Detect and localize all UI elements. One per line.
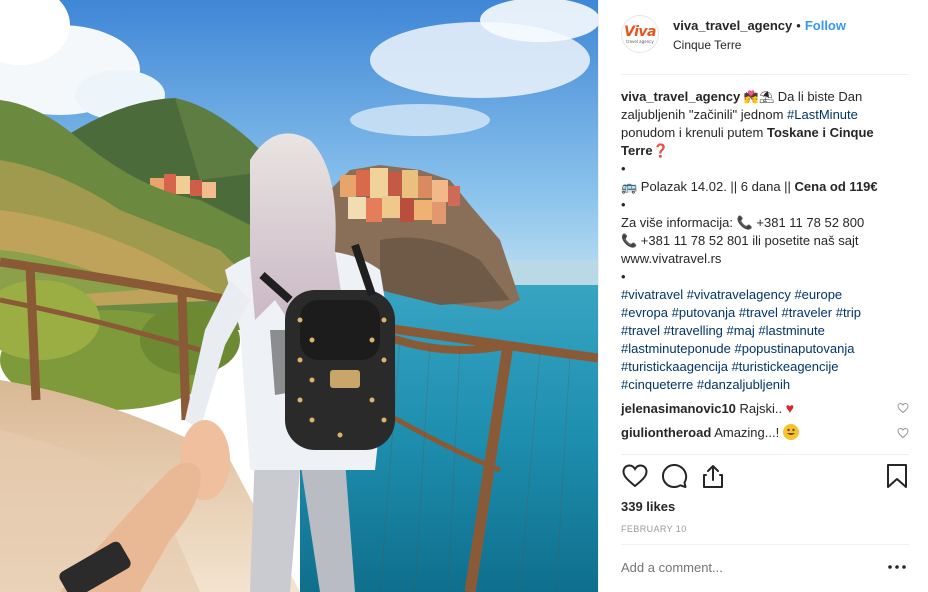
comment-like-heart-icon[interactable] [897,427,909,439]
hashtag-link[interactable]: #danzaljubljenih [697,377,790,392]
hashtag-link[interactable]: #vivatravelagency [687,287,791,302]
bullet-2: • [621,197,626,212]
follow-button[interactable]: Follow [805,18,846,33]
hashtag-link[interactable]: #maj [727,323,755,338]
hashtag-link[interactable]: #travel [739,305,778,320]
comment-icon[interactable] [660,462,688,490]
hashtag-link[interactable]: #travelling [664,323,723,338]
post-photo[interactable] [0,0,598,592]
hashtag-link[interactable]: #popustinaputovanja [734,341,854,356]
beach-emoji-icon: ⛱ [758,90,775,104]
caption-departure: Polazak 14.02. || 6 dana || [637,179,795,194]
comment: giuliontheroad Amazing...! [621,424,911,444]
header-text: viva_travel_agency • Follow Cinque Terre [673,18,846,52]
post-side-panel: Viva travel agency viva_travel_agency • … [598,0,928,592]
hashtag-link[interactable]: #vivatravel [621,287,683,302]
phone-icon: 📞 [621,233,638,248]
couple-emoji-icon: 💏 [743,90,759,104]
separator-dot: • [796,18,801,33]
question-mark-icon: ❓ [652,143,669,158]
more-options-icon[interactable] [887,562,907,572]
hashtag-link[interactable]: #europe [794,287,842,302]
instagram-post: Viva travel agency viva_travel_agency • … [0,0,928,592]
post-date[interactable]: FEBRUARY 10 [621,524,687,534]
caption-phone-2: +381 11 78 52 801 ili posetite naš sajt [637,233,859,248]
caption-website: www.vivatravel.rs [621,251,722,266]
caption-bold-terre: Terre [621,143,653,158]
hashtag-link[interactable]: #lastminuteponude [621,341,731,356]
caption-line-3: ponudom i krenuli putem [621,125,767,140]
caption-price: Cena od 119€ [794,179,878,194]
comment-username[interactable]: giuliontheroad [621,425,711,440]
red-heart-emoji-icon: ♥ [785,400,795,416]
post-header: Viva travel agency viva_travel_agency • … [621,15,909,75]
caption-username[interactable]: viva_travel_agency [621,89,740,104]
hashtag-link[interactable]: #traveler [782,305,833,320]
caption-line-2: zaljubljenih "začinili" jednom [621,107,788,122]
share-icon[interactable] [699,462,727,490]
cinque-terre-photo [0,0,598,592]
likes-count[interactable]: 339 likes [621,499,675,514]
comment-username[interactable]: jelenasimanovic10 [621,401,736,416]
avatar-subtitle: travel agency [626,38,654,44]
bookmark-icon[interactable] [883,462,911,490]
caption-bold-destination: Toskane i Cinque [766,125,874,140]
post-actions [621,462,911,494]
caption-line-1: Da li biste Dan [777,89,863,104]
divider [621,454,909,455]
comment: jelenasimanovic10 Rajski.. ♥ [621,399,911,419]
avatar-logo: Viva [624,23,656,40]
caption-info-label: Za više informacija: [621,215,737,230]
username-link[interactable]: viva_travel_agency [673,18,792,33]
hashtag-link[interactable]: #trip [836,305,861,320]
hashtag-link[interactable]: #putovanja [672,305,736,320]
avatar[interactable]: Viva travel agency [621,15,659,53]
phone-icon: 📞 [736,215,753,230]
caption-phone-1: +381 11 78 52 800 [752,215,865,230]
hashtag-link[interactable]: #turistickeagencije [732,359,839,374]
heart-icon[interactable] [621,462,649,490]
post-caption: viva_travel_agency 💏⛱ Da li biste Dan za… [621,88,911,394]
bullet-1: • [621,161,626,176]
hashtag-link[interactable]: #turistickaagencija [621,359,728,374]
bullet-3: • [621,269,626,284]
comments-section: viva_travel_agency 💏⛱ Da li biste Dan za… [621,88,911,444]
comment-text: Rajski.. [739,401,783,416]
add-comment-input[interactable] [621,560,871,575]
location-link[interactable]: Cinque Terre [673,38,846,52]
bus-icon: 🚌 [621,179,638,194]
comment-like-heart-icon[interactable] [897,402,909,414]
hashtag-link[interactable]: #cinqueterre [621,377,693,392]
grinning-face-emoji-icon [782,424,799,440]
hashtag-lastminute-link[interactable]: #LastMinute [787,107,858,122]
hashtag-link[interactable]: #evropa [621,305,668,320]
hashtag-link[interactable]: #lastminute [758,323,824,338]
comment-text: Amazing...! [714,425,780,440]
divider [621,544,909,545]
hashtag-link[interactable]: #travel [621,323,660,338]
